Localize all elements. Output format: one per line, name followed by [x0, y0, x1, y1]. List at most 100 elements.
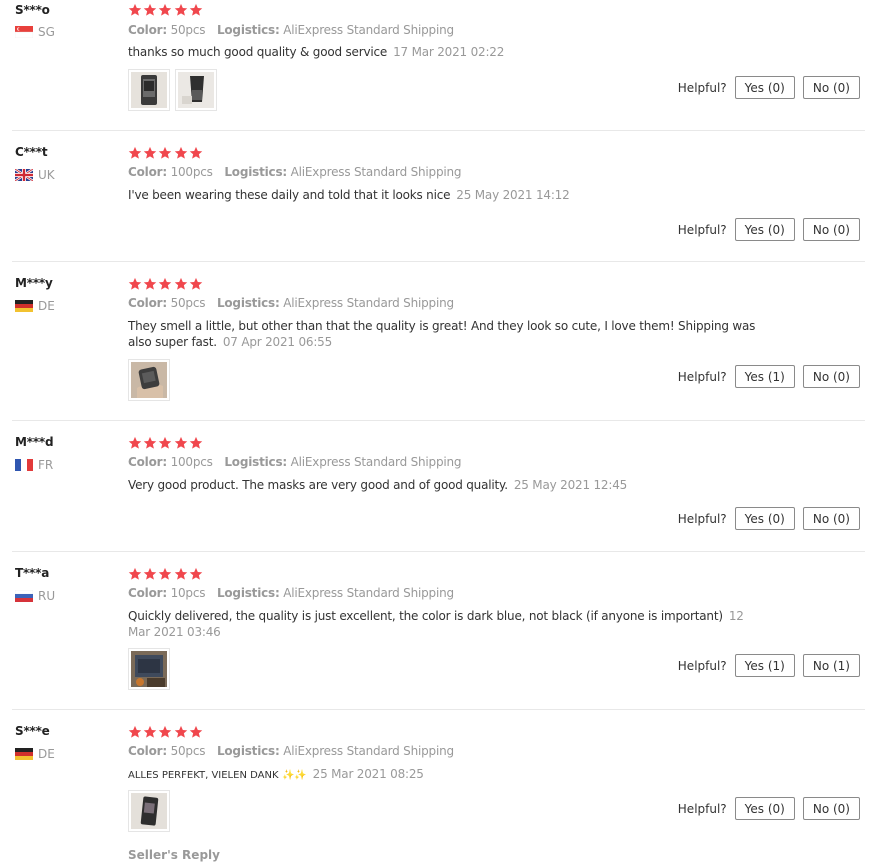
helpful-no-button[interactable]: No (0): [802, 507, 860, 530]
star-icon: [174, 277, 188, 291]
review-divider: [12, 709, 865, 710]
review-text: Very good product. The masks are very go…: [128, 477, 768, 493]
star-icon: [189, 146, 203, 160]
star-icon: [189, 725, 203, 739]
star-rating: [128, 3, 204, 17]
russia-flag-icon: [15, 590, 33, 602]
reviewer-country: RU: [15, 589, 55, 603]
logistics-label: Logistics:: [224, 165, 288, 179]
star-icon: [174, 436, 188, 450]
helpful-no-button[interactable]: No (1): [802, 654, 860, 677]
helpful-vote: Helpful? Yes (0) No (0): [678, 797, 860, 820]
country-code: SG: [38, 25, 55, 39]
helpful-label: Helpful?: [677, 222, 727, 237]
logistics-label: Logistics:: [216, 23, 280, 37]
review-photo-thumbnail[interactable]: [128, 359, 170, 401]
review-meta: Color: 50pcs Logistics: AliExpress Stand…: [128, 296, 454, 310]
helpful-no-button[interactable]: No (0): [802, 76, 860, 99]
review-photos: [128, 790, 175, 832]
star-icon: [143, 436, 157, 450]
helpful-yes-button[interactable]: Yes (1): [734, 654, 795, 677]
helpful-label: Helpful?: [677, 658, 727, 673]
color-value: 50pcs: [170, 296, 206, 310]
color-value: 100pcs: [170, 165, 213, 179]
review-divider: [12, 130, 865, 131]
star-icon: [189, 277, 203, 291]
review-body: Very good product. The masks are very go…: [128, 478, 508, 492]
star-rating: [128, 277, 204, 291]
color-label: Color:: [128, 23, 167, 37]
reviewer-country: FR: [15, 458, 53, 472]
star-icon: [174, 146, 188, 160]
france-flag-icon: [15, 459, 33, 471]
helpful-yes-button[interactable]: Yes (0): [734, 218, 795, 241]
review-photo-thumbnail[interactable]: [128, 790, 170, 832]
helpful-yes-button[interactable]: Yes (0): [734, 797, 795, 820]
logistics-value: AliExpress Standard Shipping: [283, 586, 454, 600]
helpful-no-button[interactable]: No (0): [802, 797, 860, 820]
reviewer-country: SG: [15, 25, 55, 39]
reviewer-name: S***e: [15, 724, 50, 738]
helpful-yes-button[interactable]: Yes (0): [734, 507, 795, 530]
helpful-vote: Helpful? Yes (0) No (0): [678, 218, 860, 241]
review-photo-thumbnail[interactable]: [128, 648, 170, 690]
helpful-vote: Helpful? Yes (1) No (0): [678, 365, 860, 388]
reviewer-country: DE: [15, 747, 55, 761]
reviewer-name: C***t: [15, 145, 48, 159]
review-photos: [128, 648, 175, 690]
review-divider: [12, 551, 865, 552]
star-icon: [174, 567, 188, 581]
star-icon: [128, 277, 142, 291]
logistics-value: AliExpress Standard Shipping: [283, 296, 454, 310]
color-label: Color:: [128, 586, 167, 600]
sparkles-icon: ✨✨: [282, 770, 307, 781]
review-date: 07 Apr 2021 06:55: [222, 335, 333, 349]
star-icon: [189, 567, 203, 581]
color-value: 10pcs: [170, 586, 206, 600]
reviewer-name: M***d: [15, 435, 54, 449]
helpful-label: Helpful?: [677, 801, 727, 816]
color-label: Color:: [128, 744, 167, 758]
review-divider: [12, 420, 865, 421]
review-meta: Color: 100pcs Logistics: AliExpress Stan…: [128, 455, 462, 469]
helpful-no-button[interactable]: No (0): [802, 218, 860, 241]
star-icon: [189, 3, 203, 17]
helpful-label: Helpful?: [677, 80, 727, 95]
helpful-no-button[interactable]: No (0): [802, 365, 860, 388]
helpful-vote: Helpful? Yes (0) No (0): [678, 507, 860, 530]
review-photo-thumbnail[interactable]: [128, 69, 170, 111]
review-text: ALLES PERFEKT, VIELEN DANK ✨✨ 25 Mar 2021…: [128, 766, 768, 784]
review-date: 25 Mar 2021 08:25: [312, 767, 424, 781]
logistics-value: AliExpress Standard Shipping: [283, 744, 454, 758]
review-body: I've been wearing these daily and told t…: [128, 188, 451, 202]
review-body: ALLES PERFEKT, VIELEN DANK: [128, 770, 279, 781]
star-icon: [128, 3, 142, 17]
review-date: 25 May 2021 14:12: [456, 188, 570, 202]
star-icon: [143, 3, 157, 17]
review-meta: Color: 100pcs Logistics: AliExpress Stan…: [128, 165, 462, 179]
helpful-label: Helpful?: [677, 511, 727, 526]
review-photo-thumbnail[interactable]: [175, 69, 217, 111]
review-meta: Color: 50pcs Logistics: AliExpress Stand…: [128, 23, 454, 37]
logistics-label: Logistics:: [216, 744, 280, 758]
star-icon: [143, 277, 157, 291]
color-value: 100pcs: [170, 455, 213, 469]
helpful-label: Helpful?: [677, 369, 727, 384]
helpful-yes-button[interactable]: Yes (1): [734, 365, 795, 388]
star-icon: [158, 3, 172, 17]
star-icon: [143, 146, 157, 160]
star-icon: [128, 725, 142, 739]
reviewer-name: S***o: [15, 3, 50, 17]
star-icon: [158, 567, 172, 581]
country-code: UK: [38, 168, 55, 182]
star-icon: [143, 567, 157, 581]
helpful-yes-button[interactable]: Yes (0): [734, 76, 795, 99]
review-divider: [12, 261, 865, 262]
star-rating: [128, 567, 204, 581]
review-photos: [128, 359, 175, 401]
reviewer-name: T***a: [15, 566, 50, 580]
star-icon: [158, 277, 172, 291]
reviewer-name: M***y: [15, 276, 53, 290]
review-photos: [128, 69, 222, 111]
reviewer-country: DE: [15, 299, 55, 313]
